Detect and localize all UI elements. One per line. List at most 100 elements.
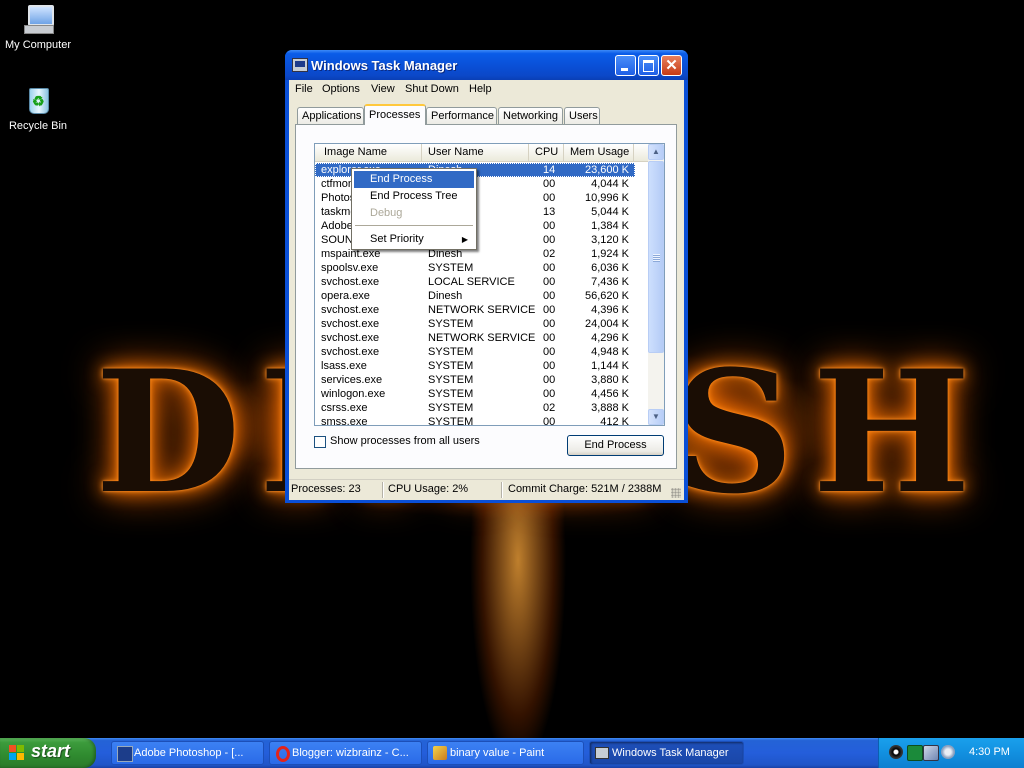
- cpu-cell: 00: [543, 234, 556, 246]
- mem-usage-cell: 7,436 K: [591, 276, 629, 288]
- title-bar[interactable]: Windows Task Manager ✕: [285, 50, 688, 80]
- taskbar-item-photoshop[interactable]: Adobe Photoshop - [...: [111, 741, 264, 765]
- menu-view[interactable]: View: [371, 83, 395, 95]
- user-name-cell: SYSTEM: [428, 318, 474, 330]
- mem-usage-cell: 1,384 K: [591, 220, 629, 232]
- process-name-cell: svchost.exe: [321, 332, 380, 344]
- context-item-label: Set Priority: [370, 233, 424, 245]
- mem-usage-cell: 4,396 K: [591, 304, 629, 316]
- mem-usage-cell: 3,888 K: [591, 402, 629, 414]
- show-all-users-label[interactable]: Show processes from all users: [330, 435, 480, 447]
- user-name-cell: SYSTEM: [428, 388, 474, 400]
- submenu-arrow-icon: ▶: [461, 235, 468, 244]
- table-row[interactable]: svchost.exe SYSTEM 00 4,948 K: [315, 345, 635, 359]
- vertical-scrollbar[interactable]: ▲ ▼: [648, 144, 664, 425]
- process-name-cell: services.exe: [321, 374, 383, 386]
- process-name-cell: svchost.exe: [321, 276, 380, 288]
- process-name-cell: winlogon.exe: [321, 388, 386, 400]
- scroll-up-button[interactable]: ▲: [648, 144, 664, 160]
- user-name-cell: NETWORK SERVICE: [428, 332, 536, 344]
- taskbar-item-label: Blogger: wizbrainz - C...: [292, 747, 409, 759]
- close-icon: ✕: [665, 57, 678, 74]
- column-image-name[interactable]: Image Name: [315, 144, 422, 161]
- cpu-cell: 00: [543, 388, 556, 400]
- network-icon[interactable]: [923, 745, 939, 761]
- table-row[interactable]: svchost.exe SYSTEM 00 24,004 K: [315, 317, 635, 331]
- taskbar-item-task-manager[interactable]: Windows Task Manager: [589, 741, 744, 765]
- show-all-users-checkbox[interactable]: [314, 436, 326, 448]
- table-row[interactable]: svchost.exe LOCAL SERVICE 00 7,436 K: [315, 275, 635, 289]
- context-end-process-tree[interactable]: End Process Tree: [354, 188, 474, 205]
- context-set-priority[interactable]: Set Priority ▶: [354, 231, 474, 248]
- process-name-cell: lsass.exe: [321, 360, 367, 372]
- cpu-cell: 00: [543, 290, 556, 302]
- user-name-cell: SYSTEM: [428, 416, 474, 426]
- menu-file[interactable]: File: [295, 83, 313, 95]
- tab-applications[interactable]: Applications: [297, 107, 364, 124]
- column-user-name[interactable]: User Name: [422, 144, 529, 161]
- column-mem-usage[interactable]: Mem Usage: [564, 144, 634, 161]
- task-manager-icon: [292, 58, 308, 72]
- mem-usage-cell: 23,600 K: [584, 164, 629, 176]
- windows-logo-icon: [9, 745, 25, 761]
- scroll-thumb[interactable]: [648, 161, 664, 353]
- monitor-icon[interactable]: [907, 745, 923, 761]
- desktop-icon-my-computer[interactable]: My Computer: [0, 3, 76, 51]
- media-icon[interactable]: [889, 745, 903, 759]
- tab-networking[interactable]: Networking: [498, 107, 563, 124]
- menu-options[interactable]: Options: [322, 83, 360, 95]
- desktop-icon-recycle-bin[interactable]: ♻ Recycle Bin: [0, 84, 76, 132]
- task-manager-window: Windows Task Manager ✕ File Options View…: [285, 50, 688, 503]
- resize-grip[interactable]: [671, 488, 681, 498]
- taskbar-item-paint[interactable]: binary value - Paint: [427, 741, 584, 765]
- mem-usage-cell: 4,296 K: [591, 332, 629, 344]
- process-name-cell: svchost.exe: [321, 346, 380, 358]
- cpu-cell: 02: [543, 402, 556, 414]
- menu-help[interactable]: Help: [469, 83, 492, 95]
- tab-processes[interactable]: Processes: [364, 104, 426, 125]
- minimize-button[interactable]: [615, 55, 636, 76]
- table-row[interactable]: winlogon.exe SYSTEM 00 4,456 K: [315, 387, 635, 401]
- volume-icon[interactable]: [941, 745, 955, 759]
- table-row[interactable]: csrss.exe SYSTEM 02 3,888 K: [315, 401, 635, 415]
- cpu-cell: 00: [543, 360, 556, 372]
- window-title: Windows Task Manager: [311, 58, 458, 73]
- table-row[interactable]: svchost.exe NETWORK SERVICE 00 4,396 K: [315, 303, 635, 317]
- cpu-cell: 00: [543, 220, 556, 232]
- tab-users[interactable]: Users: [564, 107, 600, 124]
- context-end-process[interactable]: End Process: [354, 171, 474, 188]
- window-client-area: File Options View Shut Down Help Applica…: [289, 80, 684, 500]
- scroll-down-button[interactable]: ▼: [648, 409, 664, 425]
- cpu-cell: 00: [543, 262, 556, 274]
- close-button[interactable]: ✕: [661, 55, 682, 76]
- table-row[interactable]: services.exe SYSTEM 00 3,880 K: [315, 373, 635, 387]
- user-name-cell: SYSTEM: [428, 360, 474, 372]
- user-name-cell: SYSTEM: [428, 402, 474, 414]
- list-header: Image Name User Name CPU Mem Usage: [315, 144, 648, 162]
- table-row[interactable]: opera.exe Dinesh 00 56,620 K: [315, 289, 635, 303]
- taskbar-item-label: Windows Task Manager: [612, 747, 729, 759]
- taskbar-item-label: Adobe Photoshop - [...: [134, 747, 244, 759]
- menu-bar: File Options View Shut Down Help: [289, 80, 684, 99]
- taskbar-item-opera[interactable]: Blogger: wizbrainz - C...: [269, 741, 422, 765]
- table-row[interactable]: smss.exe SYSTEM 00 412 K: [315, 415, 635, 426]
- menu-shut-down[interactable]: Shut Down: [405, 83, 459, 95]
- cpu-cell: 00: [543, 304, 556, 316]
- mem-usage-cell: 4,948 K: [591, 346, 629, 358]
- table-row[interactable]: svchost.exe NETWORK SERVICE 00 4,296 K: [315, 331, 635, 345]
- context-separator: [355, 225, 473, 226]
- opera-icon: [276, 746, 290, 762]
- user-name-cell: LOCAL SERVICE: [428, 276, 515, 288]
- process-name-cell: spoolsv.exe: [321, 262, 379, 274]
- column-cpu[interactable]: CPU: [529, 144, 564, 161]
- user-name-cell: Dinesh: [428, 290, 463, 302]
- start-button[interactable]: start: [0, 738, 96, 768]
- recycle-bin-icon: ♻: [22, 84, 54, 116]
- tab-performance[interactable]: Performance: [426, 107, 497, 124]
- user-name-cell: SYSTEM: [428, 346, 474, 358]
- table-row[interactable]: lsass.exe SYSTEM 00 1,144 K: [315, 359, 635, 373]
- end-process-button[interactable]: End Process: [567, 435, 664, 456]
- maximize-button[interactable]: [638, 55, 659, 76]
- mem-usage-cell: 10,996 K: [584, 192, 629, 204]
- table-row[interactable]: spoolsv.exe SYSTEM 00 6,036 K: [315, 261, 635, 275]
